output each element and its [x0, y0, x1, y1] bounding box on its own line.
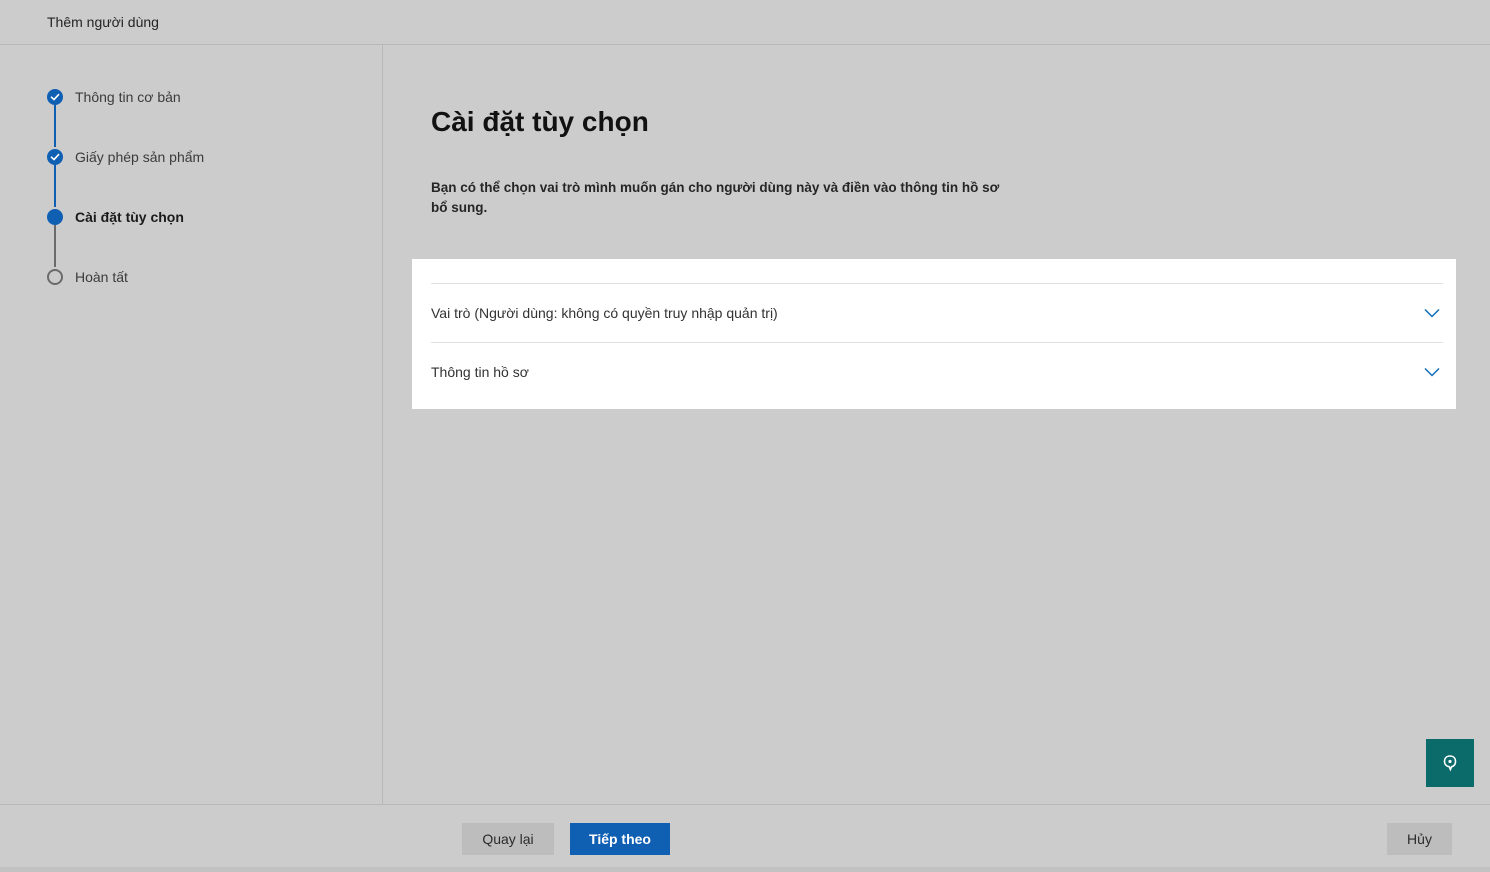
profile-info-accordion[interactable]: Thông tin hồ sơ — [431, 342, 1443, 401]
chevron-down-icon — [1424, 308, 1440, 318]
accordion-label: Thông tin hồ sơ — [431, 364, 529, 380]
step-basic-info[interactable]: Thông tin cơ bản — [47, 87, 181, 107]
chevron-down-icon — [1424, 367, 1440, 377]
step-connector — [54, 105, 56, 147]
wizard-steps: Thông tin cơ bản Giấy phép sản phẩm Cài … — [0, 45, 383, 804]
wizard-footer: Quay lại Tiếp theo Hủy — [0, 804, 1490, 872]
bottom-divider — [0, 867, 1490, 872]
back-button[interactable]: Quay lại — [462, 823, 554, 855]
step-optional-settings[interactable]: Cài đặt tùy chọn — [47, 207, 184, 227]
next-button[interactable]: Tiếp theo — [570, 823, 670, 855]
help-chat-icon — [1443, 755, 1457, 772]
step-label: Hoàn tất — [75, 269, 128, 285]
page-description: Bạn có thể chọn vai trò mình muốn gán ch… — [431, 180, 1000, 215]
checkmark-icon — [47, 149, 63, 165]
cancel-button[interactable]: Hủy — [1387, 823, 1452, 855]
current-step-dot-icon — [47, 209, 63, 225]
checkmark-icon — [47, 89, 63, 105]
step-label: Giấy phép sản phẩm — [75, 149, 205, 165]
settings-card: Vai trò (Người dùng: không có quyền truy… — [412, 259, 1456, 409]
step-connector — [54, 225, 56, 267]
page-title: Cài đặt tùy chọn — [431, 106, 649, 137]
accordion-label: Vai trò (Người dùng: không có quyền truy… — [431, 305, 778, 321]
empty-step-circle-icon — [47, 269, 63, 285]
step-connector — [54, 165, 56, 207]
step-product-license[interactable]: Giấy phép sản phẩm — [47, 147, 204, 167]
panel-header: Thêm người dùng — [0, 0, 1490, 45]
step-label: Cài đặt tùy chọn — [75, 209, 184, 225]
panel-title: Thêm người dùng — [47, 14, 159, 30]
roles-accordion[interactable]: Vai trò (Người dùng: không có quyền truy… — [431, 283, 1443, 342]
step-finish[interactable]: Hoàn tất — [47, 267, 128, 287]
step-label: Thông tin cơ bản — [75, 89, 181, 105]
help-button[interactable] — [1426, 739, 1474, 787]
